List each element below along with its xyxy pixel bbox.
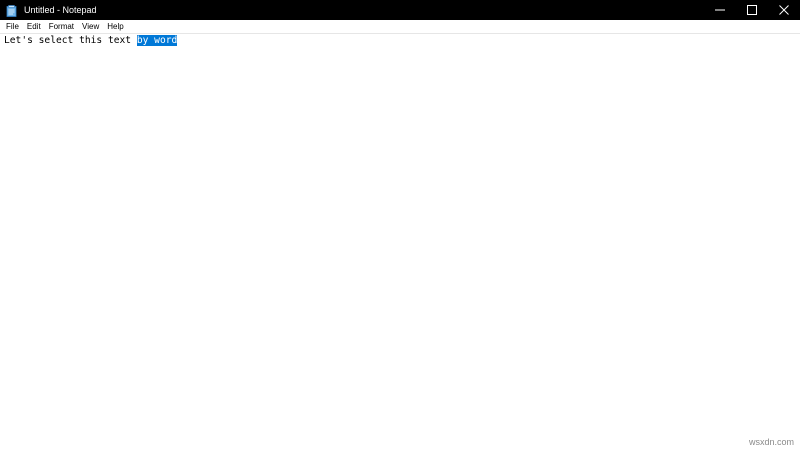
text-editor-area[interactable]: Let's select this text by word [0,33,800,450]
maximize-icon [747,5,757,15]
watermark: wsxdn.com [748,437,794,447]
menu-help[interactable]: Help [103,20,127,33]
window-controls [704,0,800,20]
unselected-text: Let's select this text [4,35,137,46]
minimize-icon [715,5,725,15]
close-icon [779,5,789,15]
notepad-icon [6,4,18,17]
close-button[interactable] [768,0,800,20]
menu-file[interactable]: File [2,20,23,33]
menu-edit[interactable]: Edit [23,20,45,33]
maximize-button[interactable] [736,0,768,20]
text-line[interactable]: Let's select this text by word [4,35,178,47]
title-bar[interactable]: Untitled - Notepad [0,0,800,20]
menu-view[interactable]: View [78,20,103,33]
minimize-button[interactable] [704,0,736,20]
menu-bar: File Edit Format View Help [0,20,800,33]
menu-format[interactable]: Format [45,20,78,33]
window-title: Untitled - Notepad [24,5,97,15]
selected-text[interactable]: by word [136,35,178,46]
